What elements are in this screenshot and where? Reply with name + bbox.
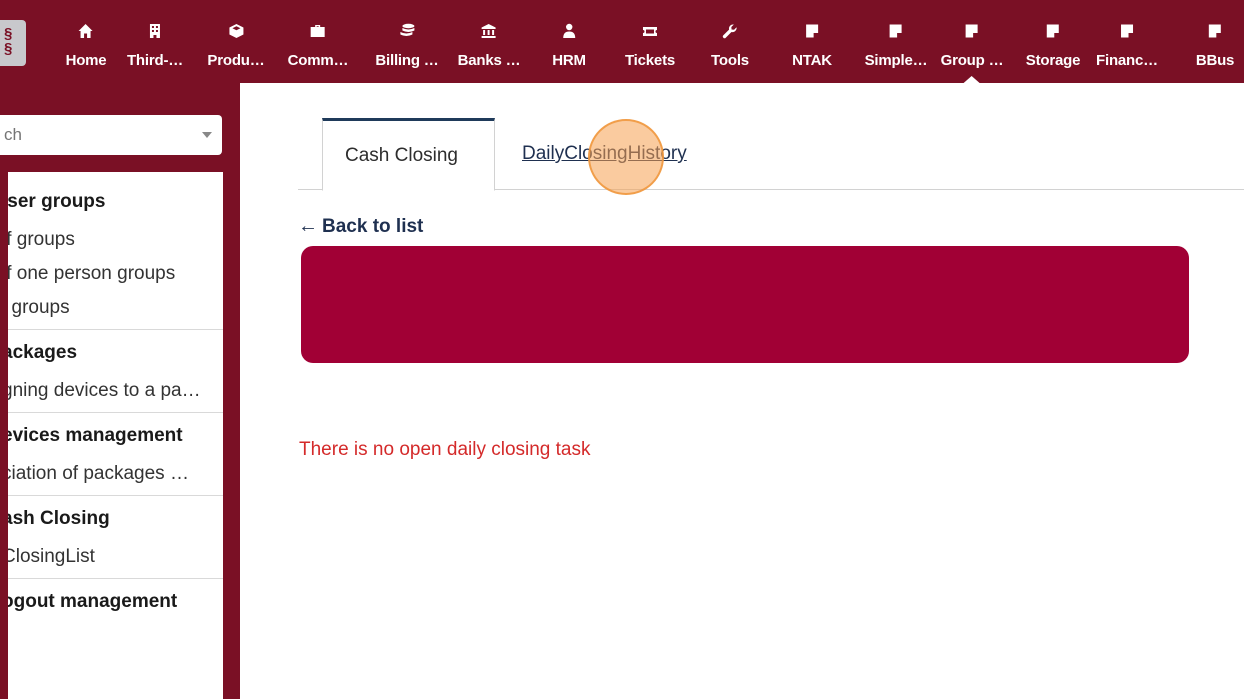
nav-item[interactable]: Banks … xyxy=(458,0,521,83)
note-icon xyxy=(963,22,981,40)
nav-item[interactable]: Simple… xyxy=(865,0,928,83)
nav-item[interactable]: Group … xyxy=(941,0,1004,83)
bank-icon xyxy=(480,22,498,40)
coins-icon xyxy=(398,22,416,40)
sidebar-search-input[interactable] xyxy=(4,125,174,145)
menu-heading: ogout management xyxy=(8,591,178,612)
nav-item-label: HRM xyxy=(552,52,586,69)
nav-item[interactable]: Tickets xyxy=(625,0,675,83)
menu-heading: ackages xyxy=(8,342,78,363)
ticket-icon xyxy=(641,22,659,40)
tab-daily-closing-history[interactable]: DailyClosingHistory xyxy=(522,118,687,190)
menu-heading: ash Closing xyxy=(8,508,110,529)
nav-item-label: Comm… xyxy=(287,52,349,69)
menu-heading: evices management xyxy=(8,425,183,446)
nav-item-label: Banks … xyxy=(457,52,521,69)
note-icon xyxy=(1118,22,1136,40)
user-tie-icon xyxy=(560,22,578,40)
nav-item[interactable]: Third-… xyxy=(127,0,183,83)
box-icon xyxy=(227,22,245,40)
top-navigation: § § Home Third-… Produ… Comm… Billing … Banks … xyxy=(0,0,1244,83)
back-to-list-label: Back to list xyxy=(322,215,424,237)
building-icon xyxy=(146,22,164,40)
tab-label: DailyClosingHistory xyxy=(522,143,687,164)
tab-cash-closing[interactable]: Cash Closing xyxy=(322,118,495,191)
nav-item[interactable]: HRM xyxy=(552,0,586,83)
tab-label: Cash Closing xyxy=(345,144,458,166)
menu-section-logout-management: ogout management xyxy=(8,579,223,627)
menu-link[interactable]: ciation of packages … xyxy=(8,463,217,485)
tab-bar: Cash Closing DailyClosingHistory xyxy=(298,118,1244,191)
nav-item-label: Home xyxy=(65,52,107,69)
sidebar-menu: Iser groups if groups if one person grou… xyxy=(8,172,223,699)
note-icon xyxy=(1206,22,1224,40)
chevron-down-icon[interactable] xyxy=(202,132,212,138)
menu-section-user-groups: Iser groups if groups if one person grou… xyxy=(8,172,223,330)
app-window: § § Home Third-… Produ… Comm… Billing … Banks … xyxy=(0,0,1244,699)
empty-state-message: There is no open daily closing task xyxy=(299,439,591,460)
note-icon xyxy=(803,22,821,40)
sidebar-search[interactable] xyxy=(0,115,222,155)
menu-section-devices-management: evices management ciation of packages … xyxy=(8,413,223,496)
nav-item[interactable]: Home xyxy=(66,0,107,83)
nav-item-label: Storage xyxy=(1025,52,1081,69)
main-content: Cash Closing DailyClosingHistory ← Back … xyxy=(240,83,1244,699)
nav-item-label: Produ… xyxy=(207,52,265,69)
note-icon xyxy=(1044,22,1062,40)
nav-item[interactable]: Produ… xyxy=(207,0,265,83)
sidebar: Iser groups if groups if one person grou… xyxy=(0,83,240,699)
briefcase-icon xyxy=(309,22,327,40)
home-icon xyxy=(77,22,95,40)
nav-item-label: Billing … xyxy=(375,52,439,69)
nav-item[interactable]: NTAK xyxy=(792,0,832,83)
nav-item-label: Simple… xyxy=(864,52,928,69)
wrench-icon xyxy=(721,22,739,40)
nav-item-label: Tickets xyxy=(624,52,676,69)
nav-item[interactable]: Billing … xyxy=(375,0,439,83)
nav-item-label: BBus xyxy=(1195,52,1235,69)
menu-link[interactable]: if groups xyxy=(8,229,217,251)
menu-section-packages: ackages gning devices to a pa… xyxy=(8,330,223,413)
menu-link[interactable]: ClosingList xyxy=(8,546,217,568)
nav-item-label: Group … xyxy=(940,52,1004,69)
nav-item[interactable]: Storage xyxy=(1026,0,1080,83)
menu-section-cash-closing: ash Closing ClosingList xyxy=(8,496,223,579)
back-to-list-link[interactable]: ← Back to list xyxy=(298,215,423,238)
nav-item[interactable]: Financ… xyxy=(1096,0,1158,83)
menu-heading: Iser groups xyxy=(8,191,106,212)
nav-item[interactable]: Tools xyxy=(711,0,749,83)
nav-item[interactable]: BBus xyxy=(1196,0,1234,83)
menu-link[interactable]: l groups xyxy=(8,297,217,319)
menu-link[interactable]: gning devices to a pa… xyxy=(8,380,217,402)
nav-item[interactable]: Comm… xyxy=(288,0,349,83)
note-icon xyxy=(887,22,905,40)
header-banner xyxy=(301,246,1189,363)
nav-item-label: Tools xyxy=(711,52,749,69)
nav-item-label: Financ… xyxy=(1096,52,1158,69)
app-logo[interactable]: § § xyxy=(0,20,26,66)
arrow-left-icon: ← xyxy=(298,215,318,237)
nav-item-label: Third-… xyxy=(126,52,184,69)
nav-item-label: NTAK xyxy=(792,52,832,69)
menu-link[interactable]: if one person groups xyxy=(8,263,217,285)
